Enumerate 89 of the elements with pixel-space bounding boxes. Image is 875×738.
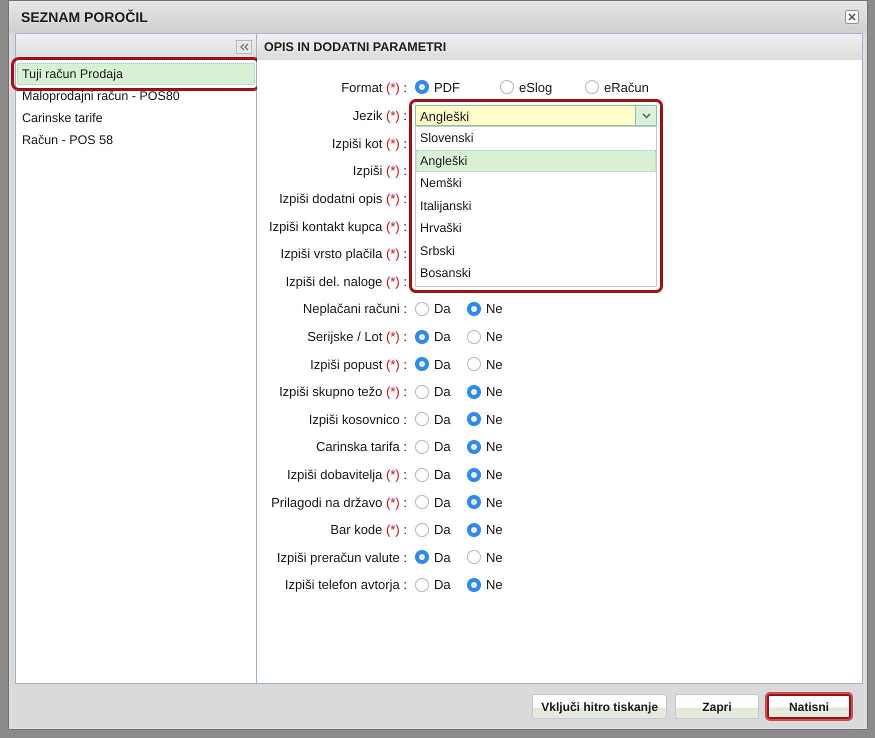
radio-button[interactable] — [415, 578, 429, 592]
option-label: Da — [434, 301, 451, 316]
radio-button[interactable] — [467, 550, 481, 564]
option-label: Ne — [486, 550, 503, 565]
double-chevron-left-icon — [239, 43, 249, 51]
option-label: Ne — [486, 439, 503, 454]
dialog-button[interactable]: Vključi hitro tiskanje — [532, 694, 667, 719]
field-label: Izpiši kosovnico : — [308, 412, 408, 427]
option-label: Ne — [486, 577, 503, 592]
option-label: Da — [434, 577, 451, 592]
field-label: Prilagodi na državo (*) : — [270, 494, 408, 510]
radio-button[interactable] — [415, 330, 429, 344]
option-label: Da — [434, 494, 451, 510]
option-label: Da — [434, 384, 451, 400]
radio-button[interactable] — [415, 302, 429, 316]
radio-button[interactable] — [467, 357, 481, 372]
field-label: Izpiši dobavitelja (*) : — [286, 467, 408, 482]
dropdown-option[interactable]: Slovenski — [416, 127, 656, 150]
radio-button[interactable] — [467, 468, 481, 482]
option-label: Ne — [486, 494, 503, 510]
field-label: Izpiši preračun valute : — [276, 550, 408, 565]
radio-button[interactable] — [585, 80, 599, 94]
report-item[interactable]: Maloprodajni račun - POS80 — [17, 85, 255, 107]
radio-button[interactable] — [467, 578, 481, 592]
option-label: Ne — [486, 384, 503, 400]
report-item[interactable]: Carinske tarife — [17, 107, 255, 129]
radio-button[interactable] — [467, 522, 481, 537]
field-label: Izpiši popust (*) : — [309, 356, 408, 372]
option-label: Ne — [486, 356, 503, 372]
radio-button[interactable] — [415, 522, 429, 537]
radio-button[interactable] — [415, 384, 429, 399]
dropdown-option[interactable]: Srbski — [416, 240, 656, 262]
field-label: Izpiši kot (*) : — [330, 136, 408, 151]
option-label: Da — [434, 522, 451, 538]
radio-button[interactable] — [467, 330, 481, 344]
radio-button[interactable] — [467, 384, 481, 399]
dropdown-option[interactable]: Nemški — [416, 172, 656, 195]
field-label: Izpiši skupno težo (*) : — [278, 384, 408, 400]
field-label: Izpiši dodatni opis (*) : — [278, 191, 408, 206]
chevron-down-icon — [642, 112, 650, 119]
radio-button[interactable] — [415, 412, 429, 426]
option-label: Ne — [486, 301, 503, 316]
radio-button[interactable] — [415, 495, 429, 510]
dialog-button[interactable]: Zapri — [675, 694, 759, 719]
option-label: Da — [434, 412, 451, 427]
radio-button[interactable] — [415, 440, 429, 454]
dropdown-option[interactable]: Angleški — [416, 150, 656, 172]
option-label: Da — [434, 550, 451, 565]
field-label: Neplačani računi : — [302, 301, 408, 316]
radio-button[interactable] — [467, 495, 481, 510]
dropdown-option[interactable]: Bosanski — [416, 262, 656, 285]
radio-button[interactable] — [500, 80, 514, 94]
radio-button[interactable] — [415, 80, 429, 94]
option-label: Da — [434, 467, 451, 482]
radio-button[interactable] — [467, 412, 481, 426]
field-label: Bar kode (*) : — [329, 522, 408, 538]
option-label: Ne — [486, 329, 503, 344]
language-dropdown[interactable]: Angleški — [415, 105, 657, 126]
field-label: Carinska tarifa : — [314, 439, 408, 454]
field-label: Izpiši del. naloge (*) : — [284, 274, 408, 289]
field-label: Format (*) : — [340, 80, 408, 94]
radio-button[interactable] — [415, 550, 429, 564]
field-label: Izpiši telefon avtorja : — [284, 577, 408, 592]
close-icon[interactable] — [845, 10, 859, 24]
panel-title: OPIS IN DODATNI PARAMETRI — [257, 34, 862, 60]
radio-button[interactable] — [467, 440, 481, 454]
window-title: SEZNAM POROČIL — [21, 9, 148, 25]
collapse-button[interactable] — [236, 40, 252, 54]
option-label: Da — [434, 356, 451, 372]
radio-button[interactable] — [467, 302, 481, 316]
option-label: eRačun — [604, 80, 649, 94]
field-label: Izpiši (*) : — [352, 163, 408, 178]
radio-button[interactable] — [415, 357, 429, 372]
dropdown-option[interactable]: Hrvaški — [416, 217, 656, 240]
option-label: Da — [434, 329, 451, 344]
field-label: Jezik (*) : — [352, 108, 408, 124]
dialog-button[interactable]: Natisni — [767, 694, 851, 719]
field-label: Izpiši kontakt kupca (*) : — [268, 218, 408, 234]
field-label: Serijske / Lot (*) : — [306, 329, 408, 344]
dropdown-option[interactable]: Italijanski — [416, 194, 656, 218]
option-label: eSlog — [519, 80, 552, 94]
field-label: Izpiši vrsto plačila (*) : — [280, 246, 408, 262]
option-label: Ne — [486, 522, 503, 538]
option-label: Da — [434, 439, 451, 454]
option-label: Ne — [486, 467, 503, 482]
option-label: PDF — [434, 80, 460, 94]
radio-button[interactable] — [415, 468, 429, 482]
report-item[interactable]: Račun - POS 58 — [17, 129, 255, 151]
option-label: Ne — [486, 412, 503, 427]
